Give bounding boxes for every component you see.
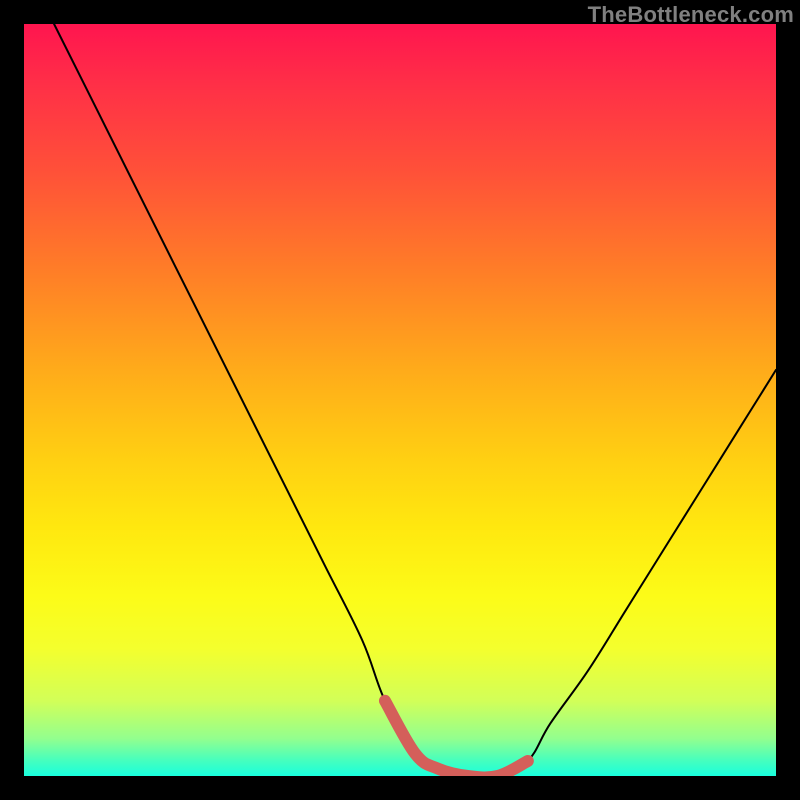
plot-area bbox=[24, 24, 776, 776]
curve-svg bbox=[24, 24, 776, 776]
low-bottleneck-band bbox=[385, 701, 528, 776]
bottleneck-curve bbox=[54, 24, 776, 776]
chart-frame: TheBottleneck.com bbox=[0, 0, 800, 800]
